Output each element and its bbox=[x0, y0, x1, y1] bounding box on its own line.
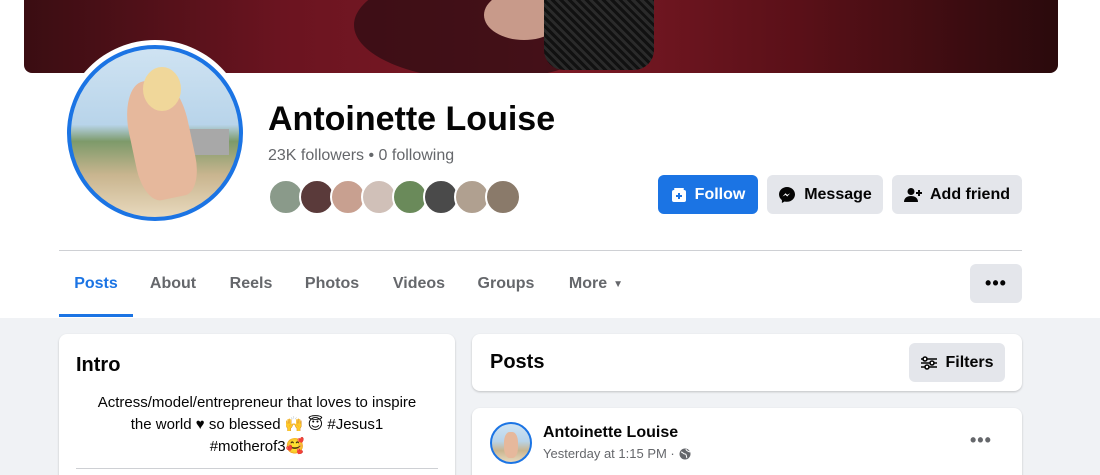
message-label: Message bbox=[804, 185, 872, 203]
post-card: Antoinette Louise Yesterday at 1:15 PM ·… bbox=[472, 408, 1022, 475]
follow-label: Follow bbox=[694, 185, 746, 203]
add-friend-button[interactable]: Add friend bbox=[892, 175, 1022, 214]
profile-name: Antoinette Louise bbox=[268, 100, 556, 138]
friend-avatar[interactable] bbox=[485, 179, 521, 215]
tab-reels[interactable]: Reels bbox=[217, 251, 285, 317]
post-author-name[interactable]: Antoinette Louise bbox=[543, 424, 678, 442]
post-author-avatar[interactable] bbox=[490, 422, 532, 464]
message-button[interactable]: Message bbox=[767, 175, 883, 214]
profile-follow-stats[interactable]: 23K followers • 0 following bbox=[268, 147, 454, 165]
post-menu-button[interactable]: ••• bbox=[970, 430, 992, 451]
intro-card: Intro Actress/model/entrepreneur that lo… bbox=[59, 334, 455, 475]
tab-posts[interactable]: Posts bbox=[59, 251, 133, 317]
tab-photos[interactable]: Photos bbox=[295, 251, 369, 317]
profile-header: Antoinette Louise 23K followers • 0 foll… bbox=[0, 0, 1100, 318]
follow-button[interactable]: Follow bbox=[658, 175, 758, 214]
profile-picture-image bbox=[67, 45, 243, 221]
add-friend-icon bbox=[904, 187, 922, 202]
intro-bio: Actress/model/entrepreneur that loves to… bbox=[97, 394, 417, 455]
caret-down-icon: ▼ bbox=[613, 278, 624, 290]
filters-icon bbox=[921, 355, 938, 370]
tab-more[interactable]: More ▼ bbox=[555, 251, 637, 317]
add-friend-label: Add friend bbox=[930, 185, 1010, 203]
posts-header-card: Posts Filters bbox=[472, 334, 1022, 391]
filters-button[interactable]: Filters bbox=[909, 343, 1005, 382]
filters-label: Filters bbox=[945, 353, 994, 371]
tab-about[interactable]: About bbox=[137, 251, 209, 317]
tab-videos[interactable]: Videos bbox=[381, 251, 457, 317]
intro-divider bbox=[76, 468, 438, 469]
globe-icon bbox=[679, 448, 691, 459]
tab-groups[interactable]: Groups bbox=[467, 251, 545, 317]
posts-title: Posts bbox=[490, 351, 545, 373]
more-options-button[interactable]: ••• bbox=[970, 264, 1022, 303]
follow-icon bbox=[671, 187, 686, 202]
intro-title: Intro bbox=[76, 354, 121, 376]
profile-picture[interactable] bbox=[62, 40, 248, 226]
messenger-icon bbox=[779, 186, 796, 203]
post-timestamp[interactable]: Yesterday at 1:15 PM · bbox=[543, 446, 691, 461]
